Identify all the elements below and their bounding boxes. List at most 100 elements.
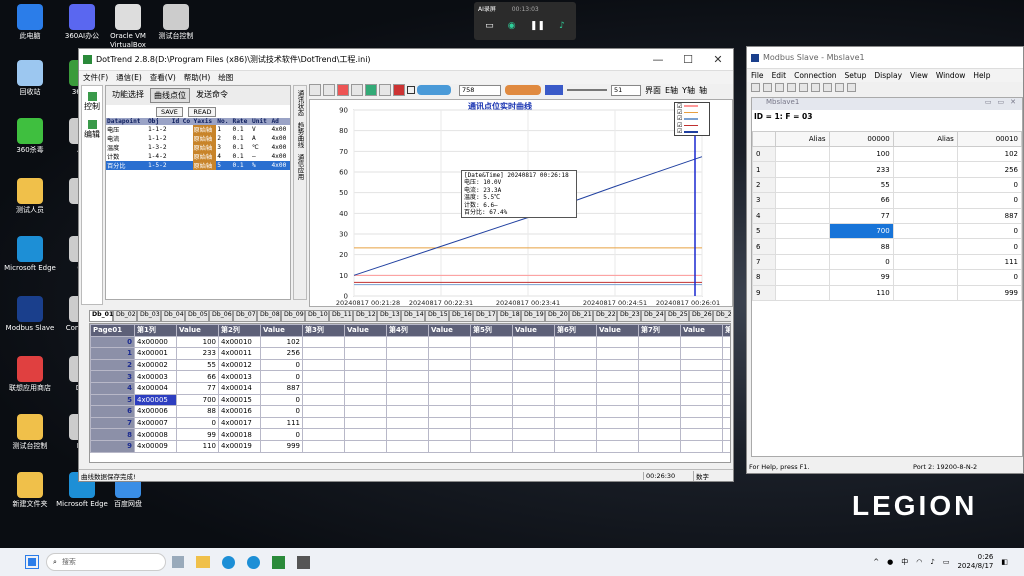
grid-cell[interactable] xyxy=(302,405,345,418)
desktop-icon[interactable]: 测试人员 xyxy=(4,178,56,215)
grid-cell[interactable] xyxy=(722,381,730,395)
menu-item[interactable]: 帮助(H) xyxy=(184,72,211,83)
sheet-tab[interactable]: Db_01 xyxy=(89,310,113,322)
desktop-icon[interactable]: Microsoft Edge xyxy=(4,236,56,273)
desktop-icon[interactable]: Oracle VM VirtualBox xyxy=(102,4,154,50)
register-cell[interactable] xyxy=(892,253,958,271)
grid-cell[interactable] xyxy=(428,370,471,383)
grid-cell[interactable] xyxy=(344,405,387,418)
grid-cell[interactable] xyxy=(386,439,429,453)
sheet-tab[interactable]: Db_05 xyxy=(185,310,209,322)
notification-icon[interactable]: ◧ xyxy=(1001,558,1008,566)
grid-cell[interactable] xyxy=(344,439,387,453)
grid-cell[interactable]: 88 xyxy=(176,405,219,418)
tab-function[interactable]: 功能选择 xyxy=(109,88,147,103)
sheet-tab[interactable]: Db_03 xyxy=(137,310,161,322)
stop-icon[interactable] xyxy=(337,84,349,96)
grid-cell[interactable]: 256 xyxy=(260,347,303,360)
grid-cell[interactable] xyxy=(596,347,639,360)
sheet-tab[interactable]: Db_14 xyxy=(401,310,425,322)
grid-cell[interactable]: 4x00017 xyxy=(218,416,261,430)
register-cell[interactable] xyxy=(774,238,830,255)
grid-cell[interactable] xyxy=(512,381,555,395)
grid-cell[interactable] xyxy=(596,335,639,349)
grid-cell[interactable]: 4x00018 xyxy=(218,428,261,441)
datapoint-row[interactable]: 电流 1-1-2 原始轴 2 0.1 A 4x00 xyxy=(106,134,290,143)
toolbar-label-y[interactable]: Y轴 xyxy=(682,85,695,96)
grid-cell[interactable] xyxy=(428,416,471,430)
tab-curve-points[interactable]: 曲线点位 xyxy=(150,88,190,103)
sheet-tab[interactable]: Db_09 xyxy=(281,310,305,322)
vtab-comm-status[interactable]: 通讯状态 xyxy=(295,90,305,116)
register-cell[interactable]: 77 xyxy=(828,207,894,224)
grid-cell[interactable] xyxy=(722,439,730,453)
grid-cell[interactable] xyxy=(554,358,597,372)
grid-cell[interactable] xyxy=(302,370,345,383)
sheet-tab[interactable]: Db_20 xyxy=(545,310,569,322)
grid-cell[interactable] xyxy=(344,381,387,395)
datapoint-row[interactable]: 计数 1-4-2 原始轴 4 0.1 — 4x00 xyxy=(106,152,290,161)
grid-cell[interactable]: 887 xyxy=(260,381,303,395)
grid-cell[interactable] xyxy=(512,358,555,372)
grid-cell[interactable] xyxy=(470,347,513,360)
sheet-tab[interactable]: Db_26 xyxy=(689,310,713,322)
grid-cell[interactable] xyxy=(386,405,429,418)
recorder-taskbar-icon[interactable] xyxy=(297,555,310,569)
maximize-button[interactable]: ☐ xyxy=(673,53,703,66)
grid-cell[interactable]: 4x00004 xyxy=(134,381,177,395)
close-button[interactable]: ✕ xyxy=(703,53,733,66)
grid-cell[interactable]: 4x00005 xyxy=(134,393,177,407)
sheet-tab[interactable]: Db_16 xyxy=(449,310,473,322)
sheet-tab[interactable]: Db_18 xyxy=(497,310,521,322)
register-cell[interactable] xyxy=(892,176,958,194)
grid-cell[interactable] xyxy=(680,416,723,430)
minimize-button[interactable]: — xyxy=(643,53,673,66)
grid-cell[interactable] xyxy=(596,358,639,372)
grid-cell[interactable] xyxy=(554,370,597,383)
checkbox[interactable] xyxy=(407,86,415,94)
grid-cell[interactable]: 4x00006 xyxy=(134,405,177,418)
grid-cell[interactable] xyxy=(680,347,723,360)
grid-cell[interactable] xyxy=(680,358,723,372)
register-cell[interactable] xyxy=(892,284,958,301)
new-icon[interactable] xyxy=(309,84,321,96)
sheet-tab[interactable]: Db_02 xyxy=(113,310,137,322)
edge-icon[interactable] xyxy=(247,555,260,569)
grid-cell[interactable] xyxy=(596,393,639,407)
sheet-tab[interactable]: Db_19 xyxy=(521,310,545,322)
grid-cell[interactable] xyxy=(512,393,555,407)
grid-cell[interactable] xyxy=(470,335,513,349)
register-cell[interactable] xyxy=(774,269,830,286)
grid-cell[interactable] xyxy=(680,335,723,349)
sheet-tab[interactable]: Db_13 xyxy=(377,310,401,322)
save-icon[interactable] xyxy=(775,83,784,92)
grid-cell[interactable] xyxy=(428,405,471,418)
grid-cell[interactable] xyxy=(596,405,639,418)
grid-cell[interactable] xyxy=(386,416,429,430)
menu-item[interactable]: 通信(E) xyxy=(116,72,142,83)
grid-cell[interactable] xyxy=(722,428,730,441)
register-cell[interactable] xyxy=(774,222,830,240)
grid-cell[interactable] xyxy=(512,335,555,349)
legend-item[interactable]: ☑百分比 xyxy=(675,128,709,135)
grid-cell[interactable] xyxy=(638,439,681,453)
grid-cell[interactable] xyxy=(302,358,345,372)
grid-cell[interactable]: 233 xyxy=(176,347,219,360)
sheet-tab[interactable]: Db_07 xyxy=(233,310,257,322)
grid-cell[interactable] xyxy=(344,335,387,349)
menu-item[interactable]: Edit xyxy=(772,71,787,80)
sheet-tab[interactable]: Db_06 xyxy=(209,310,233,322)
grid-cell[interactable] xyxy=(344,393,387,407)
register-cell[interactable]: 102 xyxy=(956,145,1023,163)
tab-send-command[interactable]: 发送命令 xyxy=(193,88,231,103)
help-icon[interactable] xyxy=(835,83,844,92)
edge-icon[interactable] xyxy=(222,555,235,569)
sheet-tab[interactable]: Db_10 xyxy=(305,310,329,322)
volume-icon[interactable]: ♪ xyxy=(930,558,934,566)
grid-cell[interactable]: 4x00012 xyxy=(218,358,261,372)
grid-cell[interactable] xyxy=(554,347,597,360)
grid-cell[interactable]: 102 xyxy=(260,335,303,349)
sheet-tab[interactable]: Db_12 xyxy=(353,310,377,322)
grid-cell[interactable] xyxy=(554,439,597,453)
battery-icon[interactable]: ▭ xyxy=(943,558,950,566)
